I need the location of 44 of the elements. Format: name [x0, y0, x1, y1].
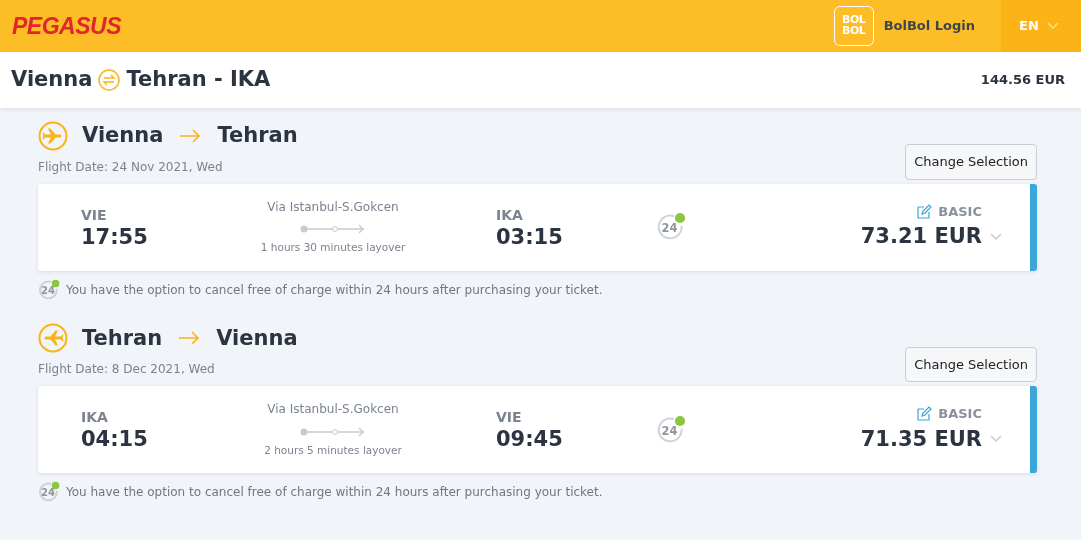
- login-link[interactable]: BolBol Login: [883, 16, 975, 36]
- edit-icon: [917, 406, 933, 422]
- via-text: Via Istanbul-S.Gokcen: [266, 401, 400, 419]
- edit-icon: [917, 203, 933, 219]
- departure-time: 04:15: [81, 428, 149, 452]
- logo: PEGASUS: [12, 11, 121, 41]
- total-price: 144.56 EUR: [980, 71, 1065, 90]
- chevron-down-icon: [990, 435, 1002, 444]
- route-line-icon: [300, 223, 366, 236]
- airport-code: VIE: [496, 408, 523, 428]
- fare-price: 73.21 EUR: [860, 223, 982, 250]
- layover-text: 2 hours 5 minutes layover: [263, 442, 403, 458]
- arrow-right-icon: [178, 331, 201, 346]
- chevron-down-icon: [1047, 22, 1059, 30]
- route-origin: Vienna: [11, 66, 93, 94]
- plane-icon: [38, 120, 68, 151]
- route-destination: Tehran - IKA: [126, 66, 271, 94]
- origin-city: Tehran: [82, 324, 163, 352]
- origin-city: Vienna: [82, 122, 164, 149]
- destination-city: Vienna: [216, 324, 298, 352]
- change-selection-button[interactable]: Change Selection: [905, 346, 1037, 382]
- via-text: Via Istanbul-S.Gokcen: [266, 198, 400, 216]
- airport-code: IKA: [81, 408, 109, 428]
- fare-type: BASIC: [938, 405, 982, 423]
- cancellation-note: You have the option to cancel free of charge within 24 hours after purchasing your ticket.: [66, 281, 603, 299]
- flight-date: Flight Date: 8 Dec 2021, Wed: [38, 361, 216, 378]
- layover-text: 1 hours 30 minutes layover: [259, 240, 407, 256]
- airport-code: VIE: [81, 205, 108, 225]
- fare-type: BASIC: [938, 202, 982, 221]
- fare-price: 71.35 EUR: [860, 425, 982, 453]
- destination-city: Tehran: [217, 122, 298, 149]
- change-selection-button[interactable]: Change Selection: [905, 144, 1037, 180]
- arrow-right-icon: [179, 128, 202, 143]
- airport-code: IKA: [496, 205, 524, 225]
- arrival-time: 03:15: [496, 225, 564, 250]
- flight-date: Flight Date: 24 Nov 2021, Wed: [38, 158, 224, 176]
- departure-time: 17:55: [81, 225, 149, 250]
- bolbol-logo: BOL BOL: [833, 6, 874, 46]
- plane-icon: [38, 323, 68, 354]
- cancellation-note: You have the option to cancel free of charge within 24 hours after purchasing your ticket.: [66, 484, 603, 501]
- arrival-time: 09:45: [496, 428, 564, 452]
- swap-icon: [98, 69, 121, 91]
- chevron-down-icon: [990, 232, 1002, 241]
- route-line-icon: [300, 425, 366, 438]
